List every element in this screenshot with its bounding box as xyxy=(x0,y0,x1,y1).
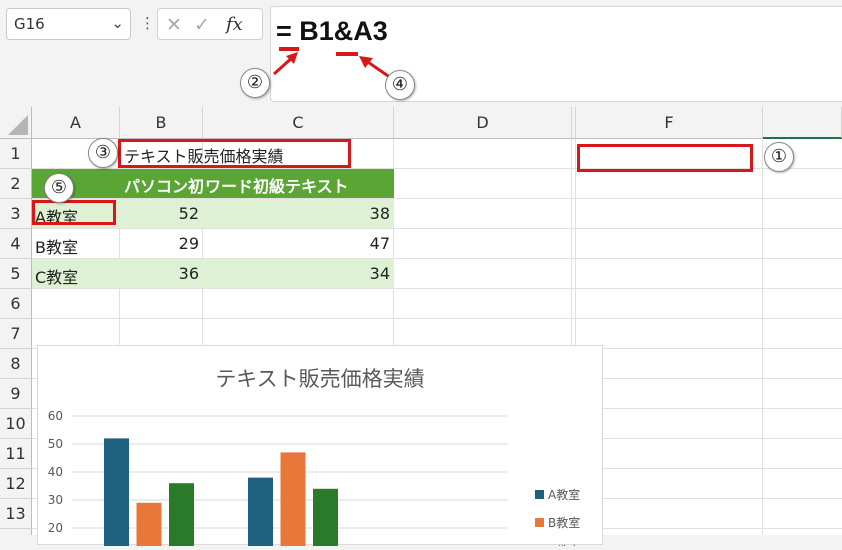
annotation-3: ③ xyxy=(88,138,118,168)
chevron-down-icon[interactable]: ⌄ xyxy=(111,14,124,32)
cell-b4[interactable]: 29 xyxy=(120,234,199,253)
column-header-f[interactable]: F xyxy=(576,107,763,139)
name-box-value: G16 xyxy=(14,15,45,33)
column-header-c[interactable]: C xyxy=(203,107,394,139)
gridline xyxy=(32,318,842,319)
chart-svg: テキスト販売価格実績 60 50 40 30 20 A教室 B教室 C教室 xyxy=(48,367,580,550)
row-header-3[interactable]: 3 xyxy=(0,199,32,229)
legend-swatch xyxy=(535,490,544,499)
gridline xyxy=(32,288,842,289)
cell-b5[interactable]: 36 xyxy=(120,264,199,283)
highlight-b1 xyxy=(118,139,351,168)
highlight-f1 xyxy=(577,144,753,172)
annotation-1: ① xyxy=(764,142,794,172)
enter-icon[interactable]: ✓ xyxy=(194,14,210,36)
row-header-13[interactable]: 13 xyxy=(0,499,32,529)
cell-a5[interactable]: C教室 xyxy=(35,264,78,288)
bar-A教室 xyxy=(248,477,273,550)
bar-C教室 xyxy=(313,488,338,550)
annotation-2: ② xyxy=(240,68,270,98)
bar-C教室 xyxy=(169,483,194,550)
row-header-10[interactable]: 10 xyxy=(0,409,32,439)
row-header-1[interactable]: 1 xyxy=(0,139,32,169)
y-tick-label: 40 xyxy=(48,465,63,479)
row-header-8[interactable]: 8 xyxy=(0,349,32,379)
row-header-11[interactable]: 11 xyxy=(0,439,32,469)
column-header-d[interactable]: D xyxy=(394,107,572,139)
row-header-5[interactable]: 5 xyxy=(0,259,32,289)
highlight-a3 xyxy=(32,200,116,225)
column-header-g[interactable] xyxy=(763,107,842,139)
legend-swatch xyxy=(535,518,544,527)
bar-B教室 xyxy=(280,452,306,550)
y-tick-label: 20 xyxy=(48,521,63,535)
row-header-9[interactable]: 9 xyxy=(0,379,32,409)
formula-controls: ✕ ✓ fx xyxy=(157,8,263,40)
gridline xyxy=(32,228,842,229)
row-header-7[interactable]: 7 xyxy=(0,319,32,349)
bar-A教室 xyxy=(104,438,129,550)
select-all-corner[interactable] xyxy=(0,107,32,139)
bar-B教室 xyxy=(136,502,162,550)
more-options-icon[interactable]: ⋮ xyxy=(140,14,155,32)
row-header-14[interactable] xyxy=(0,529,32,535)
y-tick-label: 60 xyxy=(48,409,63,423)
row-header-2[interactable]: 2 xyxy=(0,169,32,199)
cancel-icon[interactable]: ✕ xyxy=(166,14,182,36)
cell-a4[interactable]: B教室 xyxy=(35,234,78,258)
formula-text[interactable]: = B1&A3 xyxy=(276,16,388,47)
chart-title: テキスト販売価格実績 xyxy=(215,367,424,391)
legend-label: A教室 xyxy=(548,487,580,502)
y-tick-label: 30 xyxy=(48,493,63,507)
y-tick-label: 50 xyxy=(48,437,63,451)
cell-c3[interactable]: 38 xyxy=(203,204,390,223)
cell-c4[interactable]: 47 xyxy=(203,234,390,253)
legend-label: B教室 xyxy=(548,515,580,530)
annotation-4: ④ xyxy=(385,70,415,100)
cell-c2[interactable]: ワード初級テキスト xyxy=(205,173,349,197)
name-box[interactable]: G16 ⌄ xyxy=(6,8,131,40)
arrow-2-icon xyxy=(272,52,298,76)
row-header-12[interactable]: 12 xyxy=(0,469,32,499)
column-header-b[interactable]: B xyxy=(120,107,203,139)
bar-chart[interactable]: テキスト販売価格実績 60 50 40 30 20 A教室 B教室 C教室 xyxy=(37,345,603,550)
cell-b2[interactable]: パソコン初 xyxy=(124,173,204,197)
cell-b3[interactable]: 52 xyxy=(120,204,199,223)
row-header-6[interactable]: 6 xyxy=(0,289,32,319)
annotation-5: ⑤ xyxy=(44,173,74,203)
insert-function-icon[interactable]: fx xyxy=(226,14,243,35)
cell-c5[interactable]: 34 xyxy=(203,264,390,283)
row-header-4[interactable]: 4 xyxy=(0,229,32,259)
column-header-a[interactable]: A xyxy=(32,107,120,139)
legend-label: C教室 xyxy=(548,543,580,546)
